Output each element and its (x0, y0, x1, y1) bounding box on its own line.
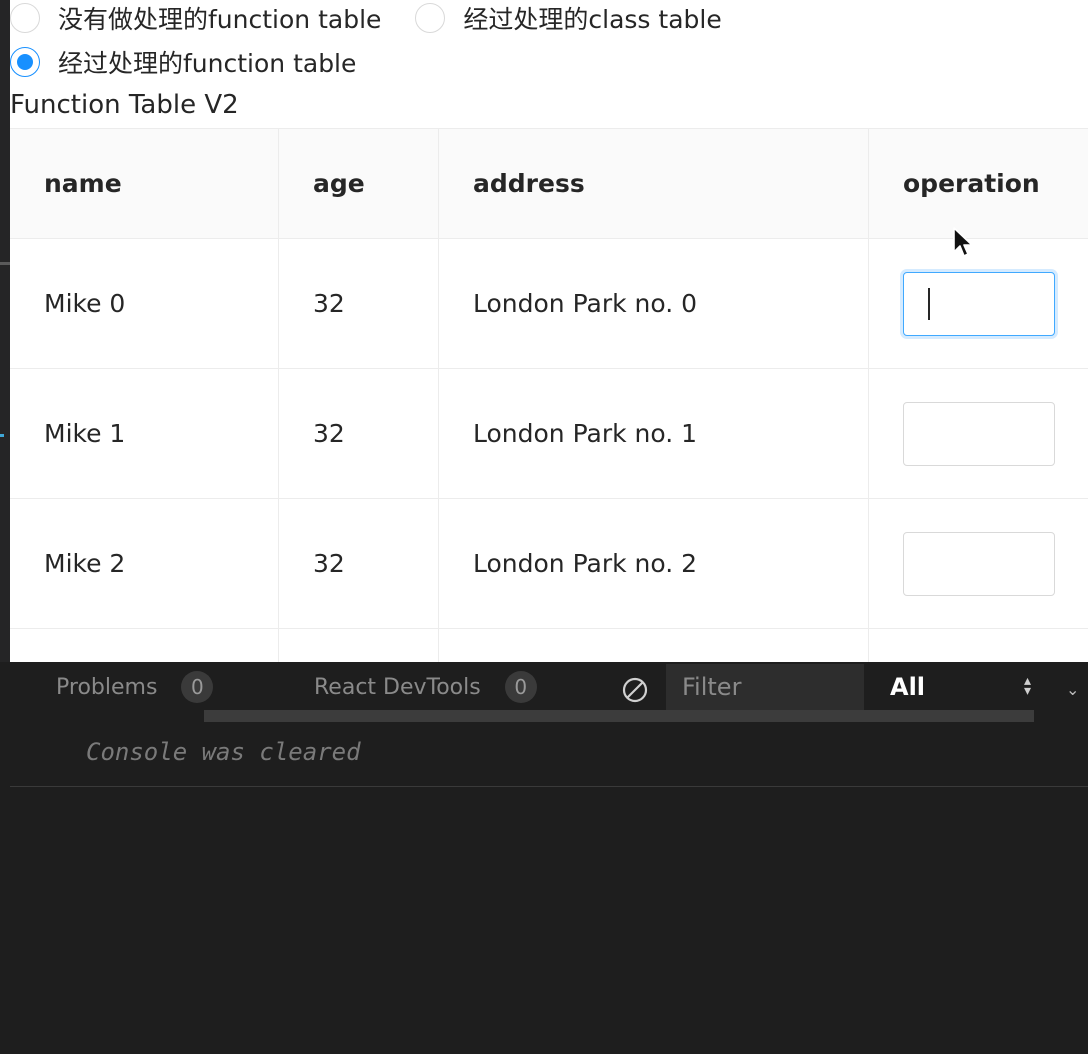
gutter-mark (0, 262, 10, 265)
column-header-age: age (279, 129, 439, 238)
log-level-value: All (890, 673, 926, 701)
cell-address: London Park no. 1 (439, 369, 869, 498)
select-arrows-icon: ▴ ▾ (1023, 673, 1031, 699)
radio-option-function-table-processed[interactable]: 经过处理的function table (10, 44, 356, 80)
cell-name: Mike 2 (10, 499, 279, 628)
column-header-address: address (439, 129, 869, 238)
editor-gutter (0, 0, 10, 662)
cell-operation (869, 629, 1088, 662)
tab-problems[interactable]: Problems 0 (56, 662, 214, 712)
radio-button[interactable] (10, 3, 40, 33)
tab-label: React DevTools (314, 674, 481, 700)
radio-label: 经过处理的class table (463, 5, 722, 34)
gutter-mark (0, 434, 4, 437)
count-badge: 0 (181, 671, 214, 703)
console-divider (10, 786, 1088, 787)
cell-age (279, 629, 439, 662)
radio-label: 没有做处理的function table (58, 5, 382, 34)
mouse-pointer-icon (953, 227, 973, 257)
cell-name: Mike 0 (10, 239, 279, 368)
devtools-console: Problems 0 React DevTools 0 Filter All ▴… (0, 662, 1088, 1054)
table-title: Function Table V2 (10, 90, 239, 120)
column-header-operation: operation (903, 169, 1040, 198)
horizontal-scrollbar[interactable] (204, 710, 1034, 722)
radio-label: 经过处理的function table (58, 49, 357, 78)
table-row (10, 629, 1088, 662)
cell-operation (869, 369, 1088, 498)
cell-age: 32 (279, 239, 439, 368)
log-level-select[interactable]: All ▴ ▾ (870, 664, 1035, 710)
table-row: Mike 0 32 London Park no. 0 (10, 239, 1088, 369)
tab-label: Problems (56, 674, 158, 700)
radio-option-function-table-raw[interactable]: 没有做处理的function table (10, 0, 381, 36)
radio-group-row-2: 经过处理的function table (10, 44, 356, 80)
cell-name: Mike 1 (10, 369, 279, 498)
text-caret (928, 287, 930, 320)
radio-button[interactable] (415, 3, 446, 33)
operation-input[interactable] (903, 401, 1055, 466)
data-table: name age address operation Mike 0 32 Lon… (10, 128, 1088, 662)
count-badge: 0 (504, 671, 537, 703)
cell-address (439, 629, 869, 662)
table-row: Mike 2 32 London Park no. 2 (10, 499, 1088, 629)
preview-pane: 没有做处理的function table 经过处理的class table 经过… (10, 0, 1088, 662)
filter-input[interactable]: Filter (666, 664, 864, 710)
console-message: Console was cleared (86, 738, 361, 766)
cell-address: London Park no. 2 (439, 499, 869, 628)
table-header-row: name age address operation (10, 129, 1088, 239)
cell-operation (869, 499, 1088, 628)
radio-group-row-1: 没有做处理的function table 经过处理的class table (10, 0, 722, 36)
tab-react-devtools[interactable]: React DevTools 0 (314, 662, 537, 712)
cell-name (10, 629, 279, 662)
cell-operation (869, 239, 1088, 368)
operation-input[interactable] (903, 271, 1055, 336)
column-header-name: name (10, 129, 279, 238)
clear-console-icon[interactable] (620, 675, 650, 705)
radio-option-class-table[interactable]: 经过处理的class table (415, 0, 722, 36)
table-row: Mike 1 32 London Park no. 1 (10, 369, 1088, 499)
cell-age: 32 (279, 369, 439, 498)
cell-address: London Park no. 0 (439, 239, 869, 368)
operation-input[interactable] (903, 531, 1055, 596)
radio-button-checked[interactable] (10, 47, 40, 77)
chevron-down-icon[interactable]: ⌄ (1066, 680, 1079, 699)
cell-age: 32 (279, 499, 439, 628)
